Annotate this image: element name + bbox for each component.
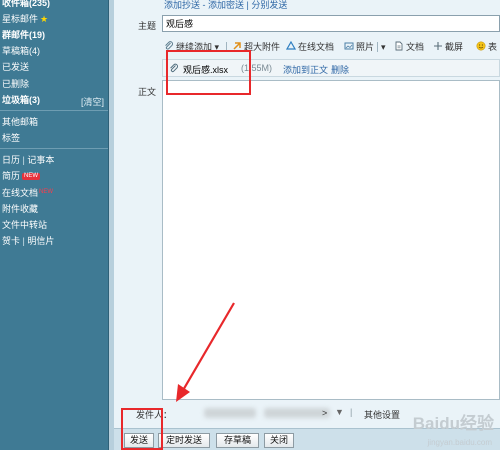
toolbar-label: 超大附件: [244, 42, 281, 52]
paperclip-icon: [165, 41, 173, 50]
screenshot-button[interactable]: 截屏: [433, 38, 463, 56]
sidebar-item-inbox[interactable]: 收件箱(235): [2, 0, 50, 9]
super-attachment-button[interactable]: 超大附件: [232, 38, 280, 56]
separator: -: [200, 0, 209, 10]
watermark-url: jingyan.baidu.com: [427, 438, 492, 447]
watermark-logo: Baidu经验: [413, 409, 494, 434]
body-label: 正文: [138, 87, 157, 97]
photo-options-button[interactable]: ▾: [381, 38, 386, 56]
document-button[interactable]: 文档: [394, 38, 424, 56]
attachment-size: (1.55M): [241, 63, 273, 73]
close-button[interactable]: 关闭: [264, 433, 294, 448]
star-icon: ★: [40, 14, 49, 24]
sidebar-item-group-mail[interactable]: 群邮件(19): [2, 29, 45, 41]
new-mark: NEW: [39, 189, 54, 195]
chevron-down-icon[interactable]: ▾: [212, 42, 220, 52]
sidebar-item-tags[interactable]: 标签: [2, 132, 20, 144]
sidebar-item-label: 简历: [2, 171, 21, 181]
divider: [0, 148, 108, 149]
chevron-down-icon: ▾: [381, 42, 386, 52]
toolbar-label: 截屏: [445, 42, 464, 52]
toolbar-label: 照片: [356, 42, 375, 52]
paperclip-icon: [170, 63, 178, 73]
sidebar-item-label: 在线文档: [2, 188, 39, 198]
sidebar-item-resume[interactable]: 简历 NEW: [2, 170, 41, 182]
toolbar-label: 表: [488, 42, 498, 52]
sidebar-row-calendar: 日历 | 记事本: [2, 155, 55, 165]
attachment-row: 观后感.xlsx (1.55M) 添加到正文 删除: [162, 59, 500, 77]
emoji-icon: [476, 41, 486, 51]
sidebar-item-sent[interactable]: 已发送: [2, 61, 29, 73]
sender-dropdown-icon[interactable]: ▼: [335, 407, 344, 417]
photo-icon: [344, 42, 354, 50]
sidebar-item-file-transfer[interactable]: 文件中转站: [2, 219, 47, 231]
send-button[interactable]: 发送: [124, 433, 154, 448]
subject-label: 主题: [138, 21, 157, 31]
sidebar-item-label: 星标邮件: [2, 14, 39, 24]
sidebar-item-starred[interactable]: 星标邮件 ★: [2, 13, 48, 25]
online-doc-icon: [286, 41, 296, 50]
sender-email-blurred: [264, 408, 330, 418]
add-to-body-link[interactable]: 添加到正文: [283, 63, 328, 76]
sidebar-item-online-docs[interactable]: 在线文档NEW: [2, 186, 53, 199]
sidebar-row-cards: 贺卡 | 明信片: [2, 236, 55, 246]
sidebar-item-spam[interactable]: 垃圾箱(3): [2, 94, 40, 106]
toolbar-label: 继续添加: [176, 42, 213, 52]
other-settings-link[interactable]: 其他设置: [364, 408, 400, 421]
attachment-filename[interactable]: 观后感.xlsx: [183, 63, 228, 76]
sidebar-item-greeting-card[interactable]: 贺卡: [2, 236, 20, 246]
body-editor[interactable]: [162, 80, 500, 400]
subject-input[interactable]: [162, 15, 500, 32]
watermark-text: Baidu经验: [412, 414, 494, 433]
divider: [377, 42, 378, 52]
sidebar-item-notes[interactable]: 记事本: [27, 155, 54, 165]
recipient-options: 添加抄送 - 添加密送 | 分别发送: [164, 0, 287, 11]
sender-name-blurred: [204, 408, 256, 418]
divider: [0, 110, 108, 111]
sender-label: 发件人：: [136, 410, 173, 420]
save-draft-button[interactable]: 存草稿: [216, 433, 259, 448]
continue-add-attachment-button[interactable]: 继续添加 ▾: [164, 38, 219, 56]
compose-panel: 添加抄送 - 添加密送 | 分别发送 主题 继续添加 ▾ 超大附件 在线文档 照…: [114, 0, 500, 450]
sidebar-item-attachment-collection[interactable]: 附件收藏: [2, 203, 38, 215]
sidebar: 收件箱(235) 星标邮件 ★ 群邮件(19) 草稿箱(4) 已发送 已删除 垃圾…: [0, 0, 108, 450]
toolbar-label: 在线文档: [298, 42, 335, 52]
document-icon: [395, 41, 403, 51]
toolbar-label: 文档: [406, 42, 425, 52]
sidebar-item-other-mailbox[interactable]: 其他邮箱: [2, 116, 38, 128]
delete-attachment-link[interactable]: 删除: [331, 63, 349, 76]
large-attachment-icon: [233, 42, 241, 50]
schedule-send-button[interactable]: 定时发送: [158, 433, 210, 448]
new-badge: NEW: [22, 173, 41, 180]
divider: [226, 42, 227, 52]
online-doc-button[interactable]: 在线文档: [286, 38, 334, 56]
photo-button[interactable]: 照片: [344, 38, 374, 56]
sidebar-item-drafts[interactable]: 草稿箱(4): [2, 45, 40, 57]
sidebar-item-postcard[interactable]: 明信片: [27, 236, 54, 246]
add-bcc-link[interactable]: 添加密送: [208, 0, 244, 10]
clear-spam-link[interactable]: [清空]: [81, 95, 104, 108]
add-cc-link[interactable]: 添加抄送: [164, 0, 200, 10]
separate-send-link[interactable]: 分别发送: [251, 0, 287, 10]
editor-toolbar: 继续添加 ▾ 超大附件 在线文档 照片 ▾ 文档 截屏 表: [162, 38, 500, 56]
sidebar-item-calendar[interactable]: 日历: [2, 155, 20, 165]
separator: |: [350, 407, 353, 417]
emoji-button[interactable]: 表: [476, 38, 497, 56]
scissors-icon: [434, 42, 442, 50]
sidebar-item-deleted[interactable]: 已删除: [2, 78, 29, 90]
sender-arrow: >: [322, 408, 328, 418]
